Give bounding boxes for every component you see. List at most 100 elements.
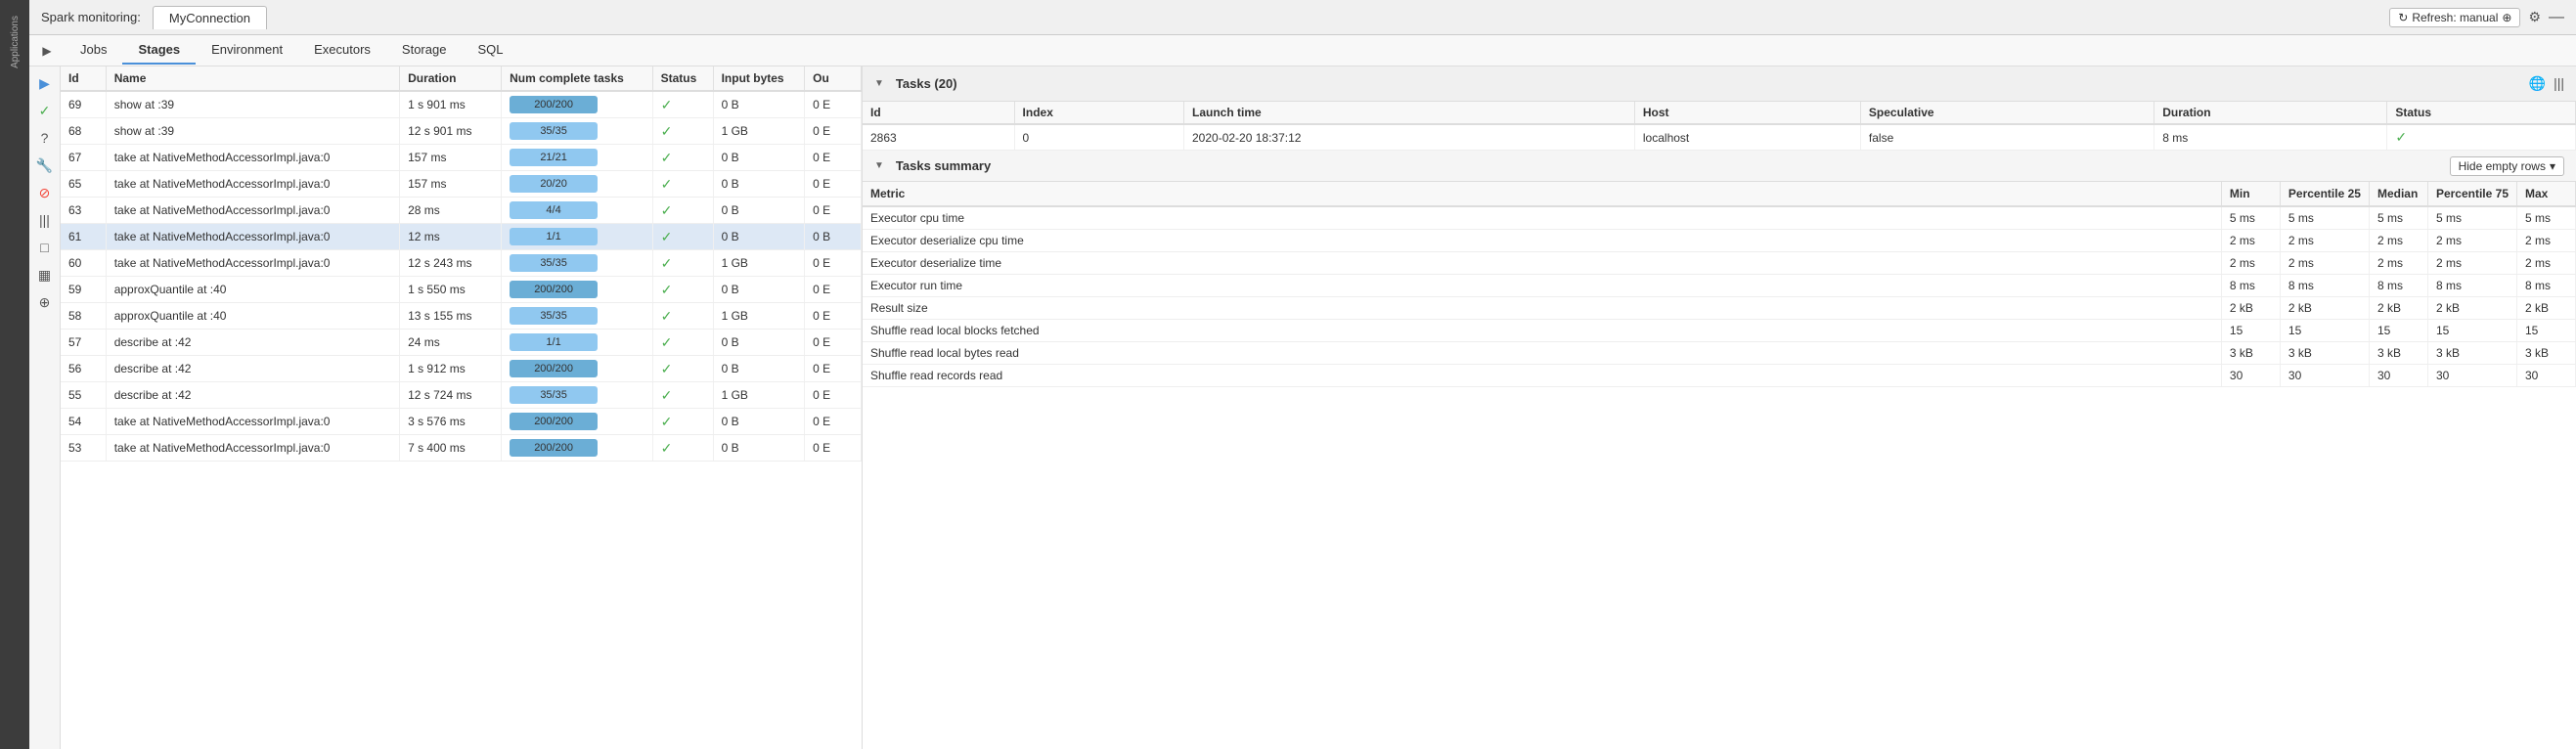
- stage-duration: 12 ms: [400, 224, 502, 250]
- stage-tasks: 1/1: [502, 330, 652, 356]
- app-sidebar: Applications: [0, 0, 29, 749]
- panel-icon-play[interactable]: ▶: [32, 70, 58, 96]
- panel-icon-globe[interactable]: ⊕: [32, 289, 58, 315]
- panel-icon-question[interactable]: ?: [32, 125, 58, 151]
- stage-id: 58: [61, 303, 106, 330]
- tab-storage[interactable]: Storage: [386, 36, 463, 65]
- stage-tasks: 200/200: [502, 91, 652, 118]
- stage-output: 0 E: [805, 356, 862, 382]
- summary-p25: 2 ms: [2280, 230, 2369, 252]
- panel-icon-square[interactable]: □: [32, 235, 58, 260]
- stage-input: 0 B: [713, 409, 805, 435]
- table-row[interactable]: Executor cpu time 5 ms 5 ms 5 ms 5 ms 5 …: [863, 206, 2576, 230]
- stage-output: 0 E: [805, 435, 862, 462]
- table-row[interactable]: Shuffle read local blocks fetched 15 15 …: [863, 320, 2576, 342]
- panel-icon-bars[interactable]: |||: [32, 207, 58, 233]
- stage-duration: 12 s 243 ms: [400, 250, 502, 277]
- table-row[interactable]: Result size 2 kB 2 kB 2 kB 2 kB 2 kB: [863, 297, 2576, 320]
- stage-duration: 157 ms: [400, 145, 502, 171]
- summary-max: 2 ms: [2517, 252, 2576, 275]
- summary-triangle[interactable]: ▼: [874, 160, 884, 171]
- table-row[interactable]: 67 take at NativeMethodAccessorImpl.java…: [61, 145, 862, 171]
- hide-empty-button[interactable]: Hide empty rows ▾: [2450, 156, 2564, 176]
- table-row[interactable]: 2863 0 2020-02-20 18:37:12 localhost fal…: [863, 124, 2576, 151]
- table-row[interactable]: Shuffle read local bytes read 3 kB 3 kB …: [863, 342, 2576, 365]
- col-header-output: Ou: [805, 66, 862, 91]
- table-row[interactable]: Executor deserialize time 2 ms 2 ms 2 ms…: [863, 252, 2576, 275]
- table-row[interactable]: 58 approxQuantile at :40 13 s 155 ms 35/…: [61, 303, 862, 330]
- table-row[interactable]: 55 describe at :42 12 s 724 ms 35/35 ✓ 1…: [61, 382, 862, 409]
- panel-icon-wrench[interactable]: 🔧: [32, 153, 58, 178]
- summary-col-min: Min: [2221, 182, 2280, 206]
- stage-output: 0 E: [805, 409, 862, 435]
- stage-name: approxQuantile at :40: [106, 303, 399, 330]
- detail-col-index: Index: [1014, 102, 1183, 124]
- stage-input: 0 B: [713, 171, 805, 198]
- table-row[interactable]: 56 describe at :42 1 s 912 ms 200/200 ✓ …: [61, 356, 862, 382]
- stage-status: ✓: [652, 198, 713, 224]
- panel-icon-check[interactable]: ✓: [32, 98, 58, 123]
- table-row[interactable]: 54 take at NativeMethodAccessorImpl.java…: [61, 409, 862, 435]
- summary-p25: 15: [2280, 320, 2369, 342]
- stage-output: 0 E: [805, 145, 862, 171]
- detail-index: 0: [1014, 124, 1183, 151]
- table-row[interactable]: 69 show at :39 1 s 901 ms 200/200 ✓ 0 B …: [61, 91, 862, 118]
- summary-col-p75: Percentile 75: [2427, 182, 2516, 206]
- stage-tasks: 35/35: [502, 303, 652, 330]
- stage-name: describe at :42: [106, 356, 399, 382]
- stage-duration: 1 s 550 ms: [400, 277, 502, 303]
- stage-tasks: 200/200: [502, 356, 652, 382]
- globe-icon[interactable]: 🌐: [2529, 75, 2546, 92]
- stage-status: ✓: [652, 118, 713, 145]
- summary-metric: Shuffle read records read: [863, 365, 2221, 387]
- hide-empty-dropdown-icon: ▾: [2550, 159, 2555, 173]
- minimize-icon[interactable]: —: [2549, 9, 2564, 26]
- tab-stages[interactable]: Stages: [122, 36, 196, 65]
- table-row[interactable]: 53 take at NativeMethodAccessorImpl.java…: [61, 435, 862, 462]
- expand-button[interactable]: ▶: [37, 41, 57, 61]
- table-row[interactable]: Shuffle read records read 30 30 30 30 30: [863, 365, 2576, 387]
- stage-input: 0 B: [713, 330, 805, 356]
- tab-executors[interactable]: Executors: [298, 36, 386, 65]
- detail-col-duration: Duration: [2154, 102, 2387, 124]
- summary-table-container: Metric Min Percentile 25 Median Percenti…: [863, 182, 2576, 749]
- table-row[interactable]: Executor deserialize cpu time 2 ms 2 ms …: [863, 230, 2576, 252]
- col-header-tasks: Num complete tasks: [502, 66, 652, 91]
- table-row[interactable]: 68 show at :39 12 s 901 ms 35/35 ✓ 1 GB …: [61, 118, 862, 145]
- detail-col-id: Id: [863, 102, 1014, 124]
- table-row[interactable]: 61 take at NativeMethodAccessorImpl.java…: [61, 224, 862, 250]
- stage-status: ✓: [652, 91, 713, 118]
- tab-jobs[interactable]: Jobs: [65, 36, 122, 65]
- tasks-triangle[interactable]: ▼: [874, 78, 884, 89]
- table-row[interactable]: 59 approxQuantile at :40 1 s 550 ms 200/…: [61, 277, 862, 303]
- refresh-button[interactable]: ↻ Refresh: manual ⊕: [2389, 8, 2520, 27]
- panel-icon-cancel[interactable]: ⊘: [32, 180, 58, 205]
- table-row[interactable]: 63 take at NativeMethodAccessorImpl.java…: [61, 198, 862, 224]
- stage-duration: 12 s 724 ms: [400, 382, 502, 409]
- stage-duration: 13 s 155 ms: [400, 303, 502, 330]
- col-header-input: Input bytes: [713, 66, 805, 91]
- panel-icon-grid[interactable]: ▦: [32, 262, 58, 287]
- stages-table: Id Name Duration Num complete tasks Stat…: [61, 66, 862, 462]
- table-row[interactable]: 60 take at NativeMethodAccessorImpl.java…: [61, 250, 862, 277]
- columns-icon[interactable]: |||: [2554, 75, 2564, 92]
- table-row[interactable]: 65 take at NativeMethodAccessorImpl.java…: [61, 171, 862, 198]
- stage-name: describe at :42: [106, 382, 399, 409]
- summary-metric: Executor deserialize time: [863, 252, 2221, 275]
- table-row[interactable]: 57 describe at :42 24 ms 1/1 ✓ 0 B 0 E: [61, 330, 862, 356]
- summary-min: 2 ms: [2221, 252, 2280, 275]
- gear-icon[interactable]: ⚙: [2528, 9, 2541, 25]
- table-row[interactable]: Executor run time 8 ms 8 ms 8 ms 8 ms 8 …: [863, 275, 2576, 297]
- summary-metric: Shuffle read local bytes read: [863, 342, 2221, 365]
- tab-sql[interactable]: SQL: [462, 36, 518, 65]
- summary-min: 3 kB: [2221, 342, 2280, 365]
- refresh-icon: ↻: [2398, 11, 2408, 24]
- tab-environment[interactable]: Environment: [196, 36, 298, 65]
- stage-name: take at NativeMethodAccessorImpl.java:0: [106, 171, 399, 198]
- stage-id: 53: [61, 435, 106, 462]
- connection-tab[interactable]: MyConnection: [153, 6, 267, 29]
- stage-id: 67: [61, 145, 106, 171]
- stage-duration: 1 s 901 ms: [400, 91, 502, 118]
- stage-id: 56: [61, 356, 106, 382]
- summary-median: 2 kB: [2369, 297, 2427, 320]
